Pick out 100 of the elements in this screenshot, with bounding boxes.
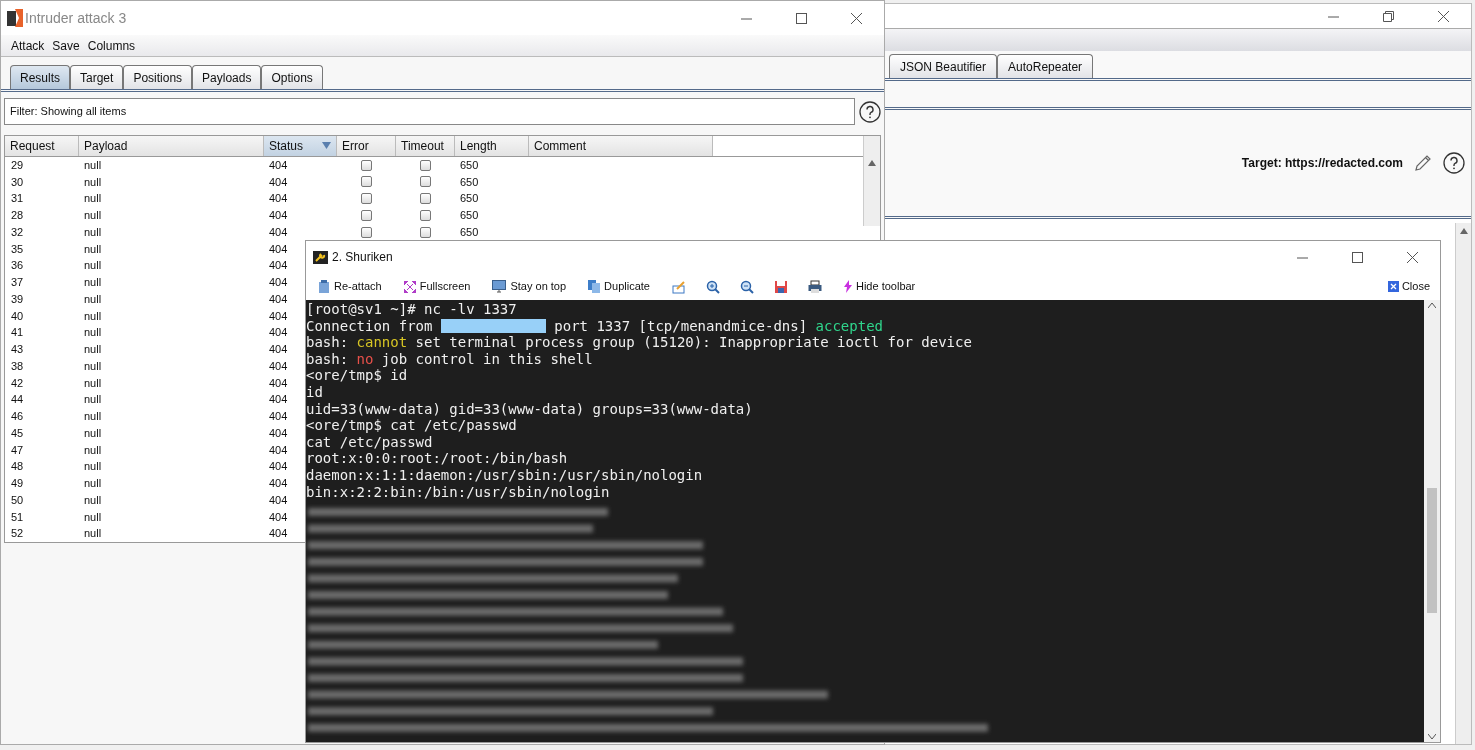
toolbar-button[interactable]: Stay on top (492, 278, 567, 295)
table-cell-text: 404 (268, 375, 289, 391)
table-cell-text: 30 (10, 174, 25, 190)
table-cell-text: 404 (268, 157, 289, 173)
scrollbar[interactable] (863, 136, 880, 226)
close-button[interactable]: Close (1387, 278, 1430, 295)
table-cell-text: 650 (459, 208, 480, 224)
table-cell-text: 29 (10, 157, 25, 173)
help-icon[interactable] (1443, 152, 1465, 174)
app-logo-icon (7, 9, 23, 27)
monitor-icon (492, 280, 507, 293)
scrollbar[interactable] (1424, 300, 1440, 742)
save-icon[interactable] (773, 279, 788, 294)
menu-item[interactable]: Attack (11, 36, 45, 55)
checkbox[interactable] (361, 193, 372, 205)
toolbar-button[interactable]: Duplicate (588, 278, 650, 295)
scroll-thumb[interactable] (1427, 488, 1437, 613)
expand-icon (403, 280, 416, 293)
toolbar-button[interactable]: Fullscreen (403, 278, 471, 295)
menu-item[interactable]: Columns (87, 36, 136, 55)
table-cell-text: 404 (268, 308, 289, 324)
column-header[interactable]: Status (264, 136, 337, 156)
table-cell-text: 404 (268, 174, 289, 190)
table-cell-text: null (83, 342, 103, 358)
terminal-line: <ore/tmp$ cat /etc/passwd (306, 417, 518, 434)
table-cell-text: null (83, 358, 103, 374)
table-cell-text: null (83, 392, 103, 408)
table-cell-text: 32 (10, 224, 25, 240)
table-cell-text: 650 (459, 191, 480, 207)
tab[interactable]: Payloads (192, 65, 262, 89)
filter-bar[interactable]: Filter: Showing all items (4, 98, 855, 125)
checkbox[interactable] (420, 209, 431, 221)
terminal-line: bash: cannot set terminal process group (15120): Inappropriate ioctl for device (306, 334, 973, 351)
tab[interactable]: JSON Beautifier (889, 54, 998, 78)
lightning-icon (843, 280, 852, 293)
checkbox[interactable] (420, 193, 431, 205)
checkbox[interactable] (361, 176, 372, 188)
tab[interactable]: Target (70, 65, 124, 89)
column-header[interactable]: Payload (79, 136, 264, 156)
table-cell-text: 39 (10, 291, 25, 307)
terminal-line: bash: no job control in this shell (306, 350, 594, 368)
column-header[interactable]: Comment (529, 136, 713, 156)
close-icon[interactable] (1438, 10, 1449, 22)
close-icon[interactable] (1407, 251, 1418, 263)
table-cell-text: 49 (10, 476, 25, 492)
zoom-in-icon[interactable] (705, 279, 720, 294)
table-cell-text: 45 (10, 425, 25, 441)
table-cell-text: 31 (10, 191, 25, 207)
print-icon[interactable] (807, 279, 822, 294)
hide-toolbar-button[interactable]: Hide toolbar (843, 278, 916, 295)
scroll-up-icon[interactable] (868, 160, 876, 166)
table-cell-text: 404 (268, 409, 289, 425)
terminal-line: [root@sv1 ~]# nc -lv 1337 (306, 301, 518, 318)
column-header[interactable]: Timeout (396, 136, 455, 156)
table-cell-text: null (83, 258, 103, 274)
table-cell-text: 404 (268, 342, 289, 358)
toolbar-button[interactable]: Re-attach (318, 278, 382, 295)
table-cell-text: null (83, 291, 103, 307)
table-cell-text: 404 (268, 241, 289, 257)
tab[interactable]: Options (261, 65, 323, 89)
sort-down-icon (322, 142, 331, 150)
zoom-out-icon[interactable] (739, 279, 754, 294)
checkbox[interactable] (361, 226, 372, 238)
table-cell-text: 48 (10, 459, 25, 475)
table-cell-text: 404 (268, 526, 289, 542)
maximize-icon[interactable] (1352, 251, 1363, 263)
table-cell-text: 51 (10, 509, 25, 525)
tab[interactable]: Positions (123, 65, 193, 89)
clipboard-icon (318, 280, 330, 293)
table-cell-text: 404 (268, 291, 289, 307)
close-icon (1387, 281, 1399, 292)
close-icon[interactable] (851, 12, 862, 24)
checkbox[interactable] (420, 159, 431, 171)
maximize-icon[interactable] (796, 12, 807, 24)
terminal-line: uid=33(www-data) gid=33(www-data) groups=33(www-data) (306, 400, 754, 418)
column-header[interactable]: Request (5, 136, 79, 156)
column-header[interactable]: Error (337, 136, 396, 156)
table-cell-text: null (83, 308, 103, 324)
column-header[interactable]: Length (455, 136, 529, 156)
menu-item[interactable]: Save (52, 36, 80, 55)
tab[interactable]: Results (10, 65, 70, 89)
edit-icon[interactable] (1413, 153, 1433, 173)
scrollbar[interactable] (1455, 223, 1471, 744)
checkbox[interactable] (361, 209, 372, 221)
tab[interactable]: AutoRepeater (997, 54, 1094, 78)
terminal-line: daemon:x:1:1:daemon:/usr/sbin:/usr/sbin/nologin (306, 466, 704, 484)
checkbox[interactable] (361, 159, 372, 171)
table-cell-text: 650 (459, 174, 480, 190)
restore-icon[interactable] (1383, 10, 1394, 22)
checkbox[interactable] (420, 226, 431, 238)
help-icon[interactable] (859, 100, 881, 123)
table-cell-text: null (83, 492, 103, 508)
table-cell-text: 47 (10, 442, 25, 458)
scroll-up-icon[interactable] (1428, 303, 1436, 308)
terminal-line: id (306, 383, 324, 401)
table-cell-text: 44 (10, 392, 25, 408)
scroll-down-icon[interactable] (1428, 734, 1436, 739)
scroll-up-icon[interactable] (1459, 228, 1468, 234)
table-cell-text: 37 (10, 275, 25, 291)
checkbox[interactable] (420, 176, 431, 188)
